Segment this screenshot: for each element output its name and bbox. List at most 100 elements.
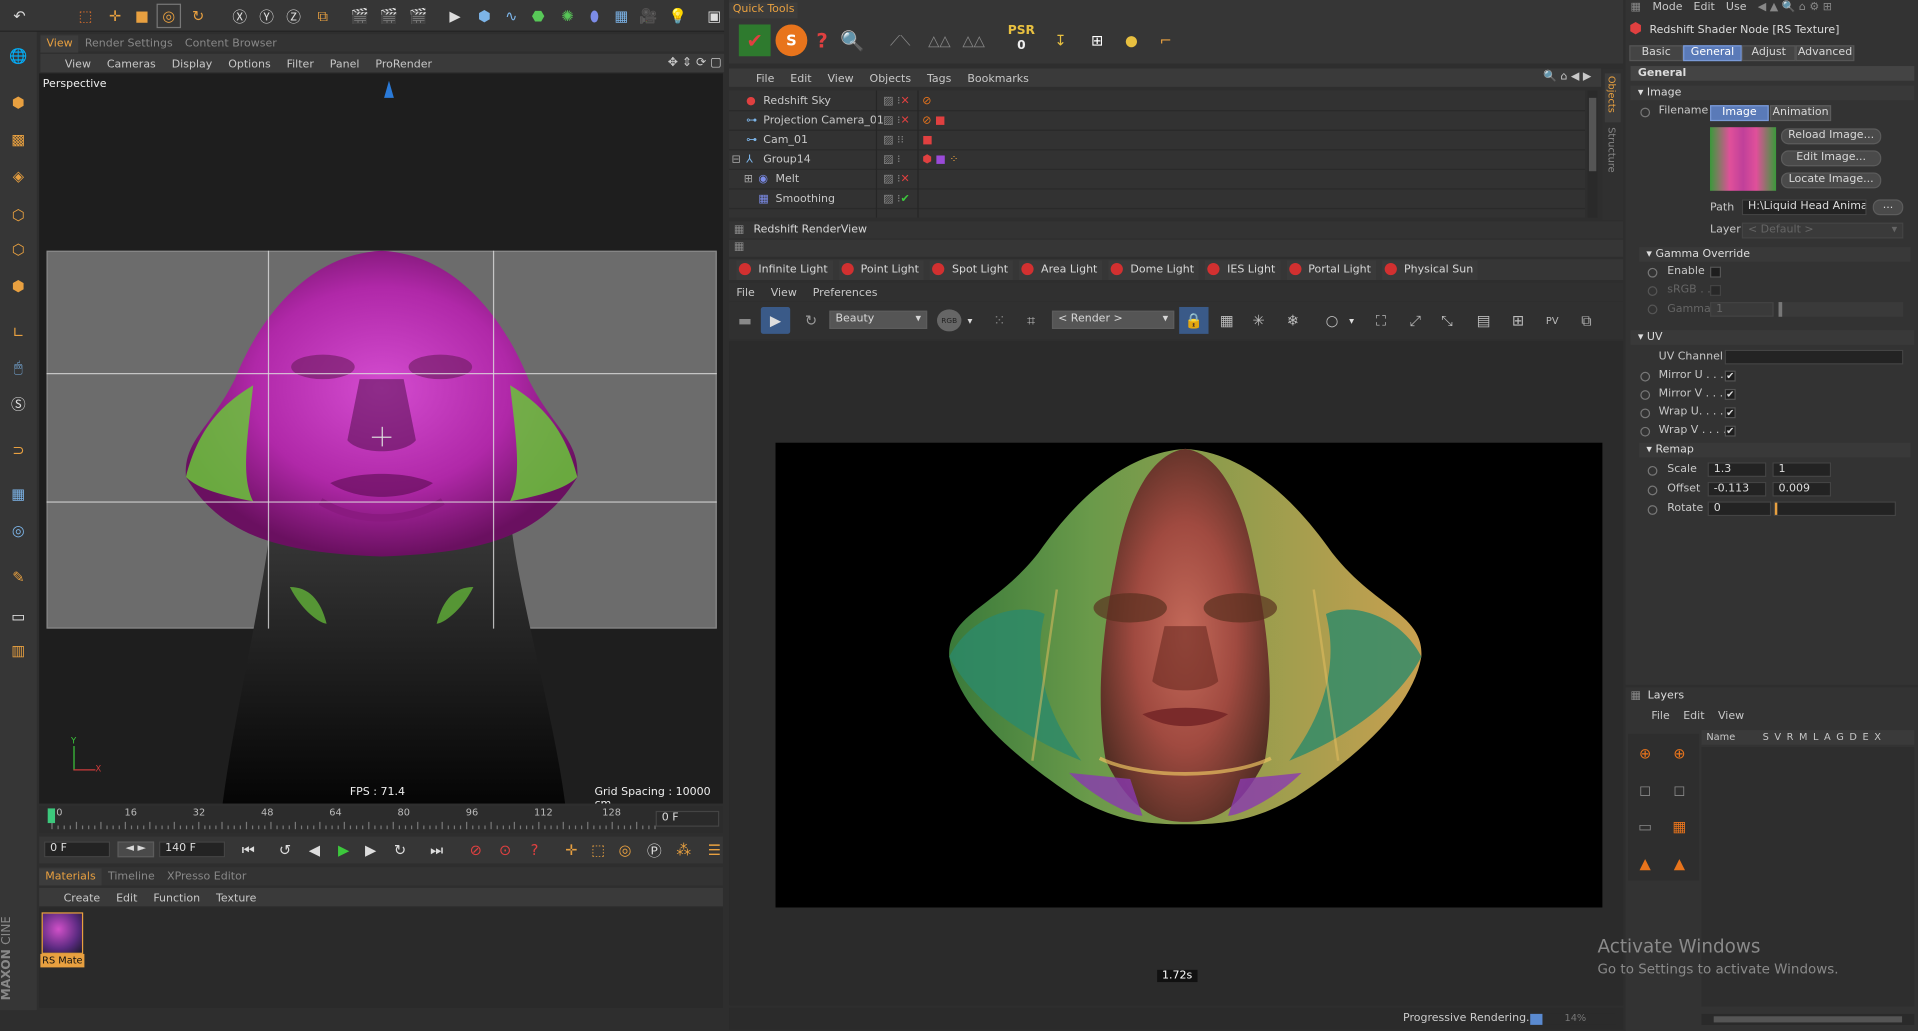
uv-channel-field[interactable] (1724, 349, 1904, 365)
animation-tab-button[interactable]: Animation (1769, 105, 1832, 122)
menu-edit[interactable]: Edit (790, 73, 811, 85)
menu-mode[interactable]: Mode (1653, 1, 1683, 13)
points-mode-icon[interactable]: ⬡ (4, 201, 33, 230)
undo-icon[interactable]: ↶ (7, 4, 31, 28)
lock-icon[interactable]: 🔒 (1179, 306, 1209, 334)
play-icon[interactable]: ▶ (333, 839, 355, 861)
scale-radio[interactable] (1647, 465, 1658, 476)
menu-panel[interactable]: Panel (330, 59, 360, 71)
offset-v-field[interactable]: 0.009 (1772, 481, 1832, 497)
image-tab-button[interactable]: Image (1710, 105, 1769, 122)
menu-view[interactable]: View (827, 73, 853, 85)
end-frame-field[interactable]: 140 F (159, 841, 226, 858)
object-row-redshift-sky[interactable]: ● Redshift Sky ▨ ⁝✕ ⊘ (729, 92, 1586, 112)
key-pla-icon[interactable]: ⁂ (673, 839, 695, 861)
mirror-v-radio[interactable] (1640, 390, 1651, 400)
new-layer-from-selection-icon[interactable]: ⊕ (1665, 739, 1694, 768)
physical-sun-button[interactable]: Physical Sun (1381, 260, 1479, 281)
prev-key-icon[interactable]: ↺ (274, 839, 296, 861)
transfer-icon[interactable]: ⊞ (1081, 24, 1113, 56)
mirror-u-radio[interactable] (1640, 371, 1651, 382)
axis-corner-icon[interactable]: ⌐ (1150, 24, 1182, 56)
cloner-icon[interactable]: ✺ (555, 4, 579, 28)
fit-icon[interactable]: ⛶ (1368, 307, 1395, 334)
autokey-icon[interactable]: ⊙ (494, 839, 516, 861)
menu-display[interactable]: Display (172, 59, 213, 71)
tab-timeline[interactable]: Timeline (102, 868, 161, 885)
viewport-nav-icons[interactable]: ✥ ⇕ ⟳ ▢ (668, 54, 722, 72)
subdivision-icon[interactable]: ⬣ (526, 4, 550, 28)
mirror-left-icon[interactable]: △△ (922, 24, 956, 56)
tab-xpresso-editor[interactable]: XPresso Editor (161, 868, 253, 885)
crop-icon[interactable]: ⌗ (1018, 307, 1045, 334)
coordinate-system-icon[interactable]: ⧉ (311, 4, 335, 28)
nav-arrows-icon[interactable]: ◀ ▲ 🔍 ⌂ ⚙ ⊞ (1758, 0, 1832, 15)
start-frame-field[interactable]: 0 F (44, 841, 111, 858)
object-row-smoothing[interactable]: ▦ Smoothing ▨ ⁝✔ (729, 190, 1586, 210)
quick-tool-redshift-icon[interactable]: S (775, 24, 808, 57)
pv-icon[interactable]: PV (1539, 307, 1566, 334)
redshift-icon[interactable]: ▣ (703, 4, 725, 28)
rotate-slider[interactable] (1773, 501, 1896, 517)
ies-light-button[interactable]: IES Light (1205, 260, 1281, 281)
drop-to-floor-icon[interactable]: ↧ (1045, 24, 1077, 56)
menu-tags[interactable]: Tags (927, 73, 951, 85)
layers-scrollbar[interactable] (1701, 1013, 1915, 1025)
rgb-channel-icon[interactable]: RGB (936, 309, 962, 332)
infinite-light-button[interactable]: Infinite Light (736, 260, 833, 281)
scale-v-field[interactable]: 1 (1772, 462, 1832, 477)
enable-radio[interactable] (1647, 267, 1658, 278)
pick-icon[interactable]: ⤡ (1434, 307, 1461, 334)
menu-filter[interactable]: Filter (287, 59, 314, 71)
tab-view[interactable]: View (40, 35, 79, 53)
y-axis-icon[interactable]: Ⓨ (254, 4, 278, 28)
psr-reset[interactable]: PSR 0 (1003, 24, 1040, 56)
render-canvas[interactable]: 1.72s (729, 341, 1624, 1006)
search-icon[interactable]: 🔍 (837, 24, 869, 56)
side-tab-objects[interactable]: Objects (1604, 73, 1621, 123)
solo-icon[interactable]: ◎ (4, 516, 33, 545)
texture-mode-icon[interactable]: ▩ (4, 125, 33, 154)
area-light-button[interactable]: Area Light (1019, 260, 1103, 281)
edges-mode-icon[interactable]: ⬡ (4, 235, 33, 264)
make-editable-icon[interactable]: 🌐 (4, 42, 33, 71)
x-axis-icon[interactable]: Ⓧ (228, 4, 252, 28)
sculpt-icon[interactable]: ✎ (4, 563, 33, 592)
layer-color-icon[interactable]: ▲ (1631, 849, 1660, 878)
layer-dropdown[interactable]: < Default > ▾ (1741, 222, 1904, 239)
tag-icon[interactable]: ⊘ (922, 92, 931, 112)
menu-objects[interactable]: Objects (870, 73, 912, 85)
portal-light-button[interactable]: Portal Light (1286, 260, 1376, 281)
circle-dropdown-icon[interactable]: ▾ (1346, 309, 1358, 331)
cube-primitive-icon[interactable]: ⬢ (472, 4, 496, 28)
new-layer-icon[interactable]: ⊕ (1631, 739, 1660, 768)
polygons-mode-icon[interactable]: ⬢ (4, 272, 33, 301)
aov-dropdown[interactable]: Beauty ▾ (829, 310, 928, 329)
rgb-dropdown-icon[interactable]: ▾ (964, 309, 976, 331)
section-uv[interactable]: ▾ UV (1630, 330, 1915, 345)
floor-icon[interactable]: ▦ (609, 4, 633, 28)
layer-shape-icon[interactable]: ▲ (1665, 849, 1694, 878)
menu-edit[interactable]: Edit (1683, 711, 1704, 723)
render-region-icon[interactable]: ▭ (4, 602, 33, 631)
key-scale-icon[interactable]: ⬚ (587, 839, 609, 861)
tab-basic[interactable]: Basic (1629, 45, 1684, 62)
magnet-icon[interactable]: ⊃ (4, 435, 33, 464)
menu-edit[interactable]: Edit (1694, 1, 1715, 13)
gamma-radio[interactable] (1647, 304, 1658, 315)
tab-general[interactable]: General (1683, 45, 1742, 62)
mirror-v-checkbox[interactable]: ✔ (1724, 388, 1736, 400)
menu-create[interactable]: Create (64, 893, 101, 905)
menu-preferences[interactable]: Preferences (813, 287, 878, 299)
snapshot-icon[interactable]: ▬ (731, 307, 758, 334)
menu-view[interactable]: View (65, 59, 91, 71)
quick-tool-bend-icon[interactable]: ✔ (738, 24, 771, 57)
step-forward-icon[interactable]: ▶ (360, 839, 382, 861)
camera-dropdown[interactable]: < Render > ▾ (1051, 310, 1175, 329)
film-strip-icon[interactable]: ▥ (4, 636, 33, 665)
srgb-radio[interactable] (1647, 286, 1658, 296)
spline-pen-icon[interactable]: ∿ (499, 4, 523, 28)
material-label[interactable]: RS Mate (40, 953, 85, 968)
workplane-lock-icon[interactable]: ▦ (4, 479, 33, 508)
menu-options[interactable]: Options (228, 59, 270, 71)
